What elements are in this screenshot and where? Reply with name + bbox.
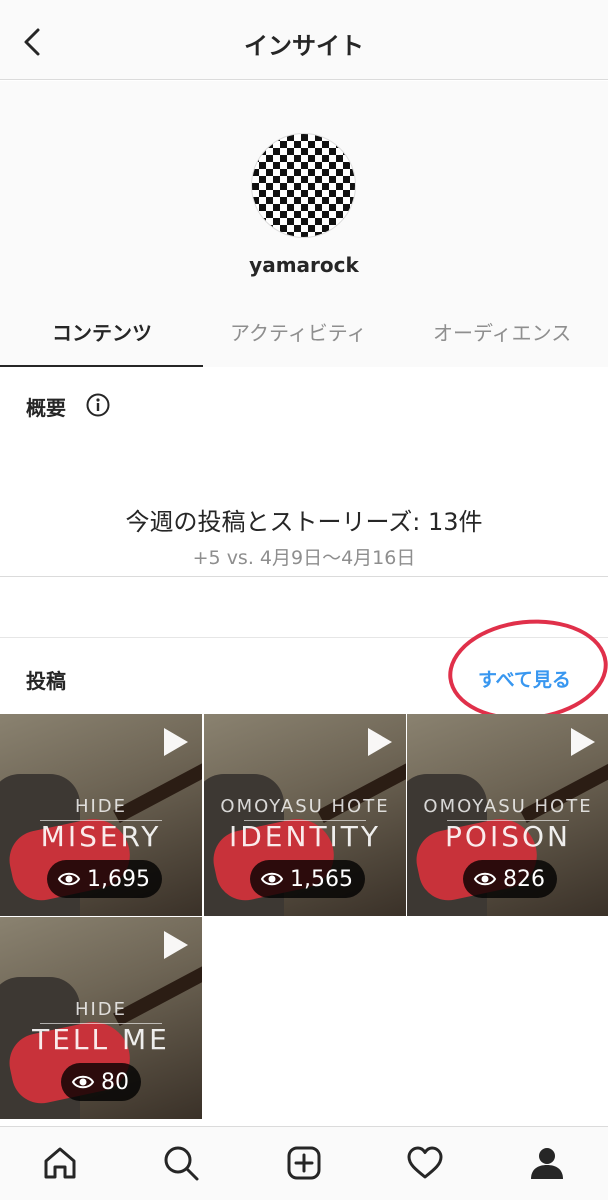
activity-heart-icon[interactable] (405, 1143, 445, 1183)
video-play-icon (571, 728, 595, 756)
eye-icon (260, 872, 284, 886)
post-song-text: POISON (445, 820, 571, 853)
post-artist-text: HIDE (74, 999, 128, 1020)
insight-tabs: コンテンツ アクティビティ オーディエンス (0, 291, 608, 577)
post-song-text: MISERY (40, 820, 162, 853)
divider (0, 637, 608, 638)
eye-icon (71, 1075, 95, 1089)
page-title: インサイト (244, 32, 364, 60)
post-artist-text: HIDE (74, 796, 128, 817)
view-count: 826 (503, 866, 545, 892)
video-play-icon (164, 728, 188, 756)
view-count: 80 (101, 1069, 129, 1095)
post-artist-text: OMOYASU HOTE (220, 796, 390, 817)
view-count: 1,695 (87, 866, 150, 892)
profile-section: yamarock コンテンツ アクティビティ オーディエンス (0, 81, 608, 577)
video-play-icon (368, 728, 392, 756)
overview-heading: 概要 (26, 396, 66, 420)
add-post-icon[interactable] (284, 1143, 324, 1183)
post-artist-text: OMOYASU HOTE (423, 796, 593, 817)
search-icon[interactable] (161, 1143, 201, 1183)
active-tab-indicator (0, 365, 203, 367)
eye-icon (57, 872, 81, 886)
eye-icon (473, 872, 497, 886)
post-tile[interactable]: HIDE TELL ME 80 (0, 917, 202, 1119)
post-tile[interactable]: OMOYASU HOTE IDENTITY 1,565 (204, 714, 406, 916)
divider (0, 576, 608, 577)
weekly-comparison: +5 vs. 4月9日〜4月16日 (192, 547, 416, 569)
tab-activity[interactable]: アクティビティ (230, 317, 367, 346)
view-count-badge: 80 (61, 1063, 141, 1101)
see-all-link[interactable]: すべて見る (478, 665, 571, 692)
view-count-badge: 1,695 (47, 860, 162, 898)
tab-content[interactable]: コンテンツ (52, 317, 152, 346)
post-song-text: TELL ME (32, 1023, 170, 1056)
view-count-badge: 1,565 (250, 860, 365, 898)
profile-icon[interactable] (527, 1143, 567, 1183)
bottom-tab-bar (0, 1126, 608, 1200)
weekly-summary: 今週の投稿とストーリーズ: 13件 (125, 508, 483, 536)
home-icon[interactable] (40, 1143, 80, 1183)
video-play-icon (164, 931, 188, 959)
avatar (251, 133, 356, 238)
info-icon[interactable] (86, 393, 110, 417)
view-count: 1,565 (290, 866, 353, 892)
view-count-badge: 826 (463, 860, 557, 898)
post-tile[interactable]: OMOYASU HOTE POISON 826 (407, 714, 608, 916)
tab-audience[interactable]: オーディエンス (433, 317, 571, 346)
post-tile[interactable]: HIDE MISERY 1,695 (0, 714, 202, 916)
post-song-text: IDENTITY (228, 820, 382, 853)
username: yamarock (249, 253, 359, 277)
posts-heading: 投稿 (26, 669, 66, 693)
top-nav-bar: インサイト (0, 0, 608, 80)
